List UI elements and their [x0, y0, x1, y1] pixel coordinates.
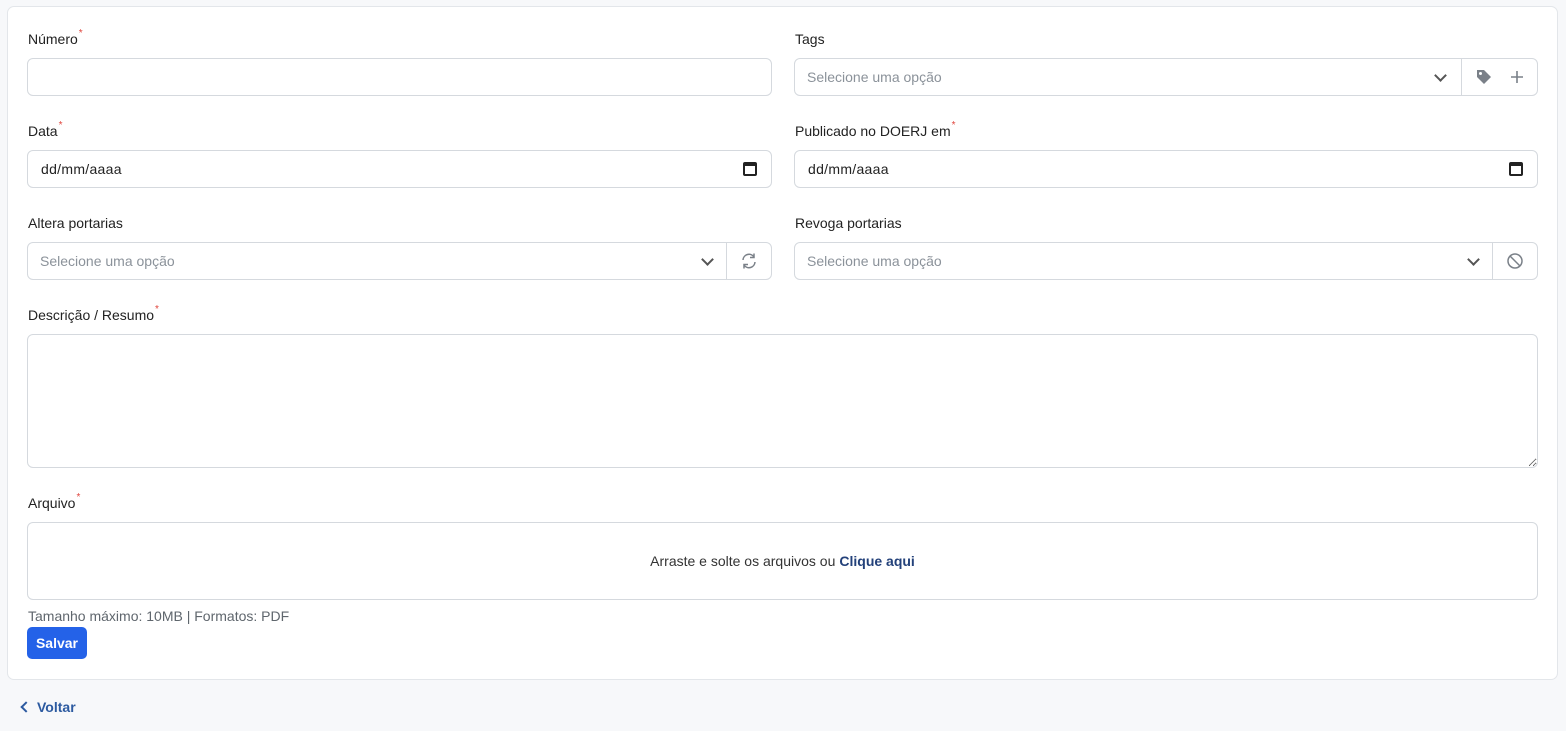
chevron-down-icon[interactable]: [701, 253, 714, 266]
publicado-value: dd/mm/aaaa: [808, 161, 889, 177]
block-icon[interactable]: [1506, 252, 1524, 270]
file-hint: Tamanho máximo: 10MB | Formatos: PDF: [28, 608, 290, 624]
save-button[interactable]: Salvar: [27, 627, 87, 659]
calendar-icon[interactable]: [1509, 162, 1523, 176]
chevron-down-icon[interactable]: [1434, 69, 1447, 82]
altera-label: Altera portarias: [28, 215, 123, 231]
back-link[interactable]: Voltar: [20, 699, 76, 715]
revoga-select[interactable]: Selecione uma opção: [794, 242, 1538, 280]
plus-icon[interactable]: [1510, 70, 1524, 84]
revoga-addon: [1492, 243, 1538, 279]
tags-select[interactable]: Selecione uma opção: [794, 58, 1538, 96]
descricao-label: Descrição / Resumo*: [28, 304, 159, 323]
dropzone-text: Arraste e solte os arquivos ou: [650, 553, 836, 569]
data-date-input[interactable]: dd/mm/aaaa: [27, 150, 772, 188]
descricao-textarea[interactable]: [27, 334, 1538, 468]
altera-placeholder: Selecione uma opção: [40, 253, 175, 269]
revoga-placeholder: Selecione uma opção: [807, 253, 942, 269]
arquivo-label: Arquivo*: [28, 492, 81, 511]
tags-placeholder: Selecione uma opção: [807, 69, 942, 85]
tag-icon[interactable]: [1475, 68, 1493, 86]
chevron-down-icon[interactable]: [1467, 253, 1480, 266]
publicado-label: Publicado no DOERJ em*: [795, 120, 956, 139]
dropzone-click-link[interactable]: Clique aqui: [839, 553, 914, 569]
refresh-icon[interactable]: [740, 252, 758, 270]
revoga-label: Revoga portarias: [795, 215, 902, 231]
numero-input[interactable]: [28, 59, 771, 95]
calendar-icon[interactable]: [743, 162, 757, 176]
numero-label: Número*: [28, 28, 83, 47]
numero-field[interactable]: [27, 58, 772, 96]
data-label: Data*: [28, 120, 63, 139]
data-value: dd/mm/aaaa: [41, 161, 122, 177]
altera-select[interactable]: Selecione uma opção: [27, 242, 772, 280]
file-dropzone[interactable]: Arraste e solte os arquivos ou Clique aq…: [27, 522, 1538, 600]
back-label: Voltar: [37, 699, 76, 715]
tags-label: Tags: [795, 31, 825, 47]
altera-addon: [726, 243, 772, 279]
publicado-date-input[interactable]: dd/mm/aaaa: [794, 150, 1538, 188]
chevron-left-icon: [20, 701, 32, 713]
tags-addon: [1461, 59, 1538, 95]
